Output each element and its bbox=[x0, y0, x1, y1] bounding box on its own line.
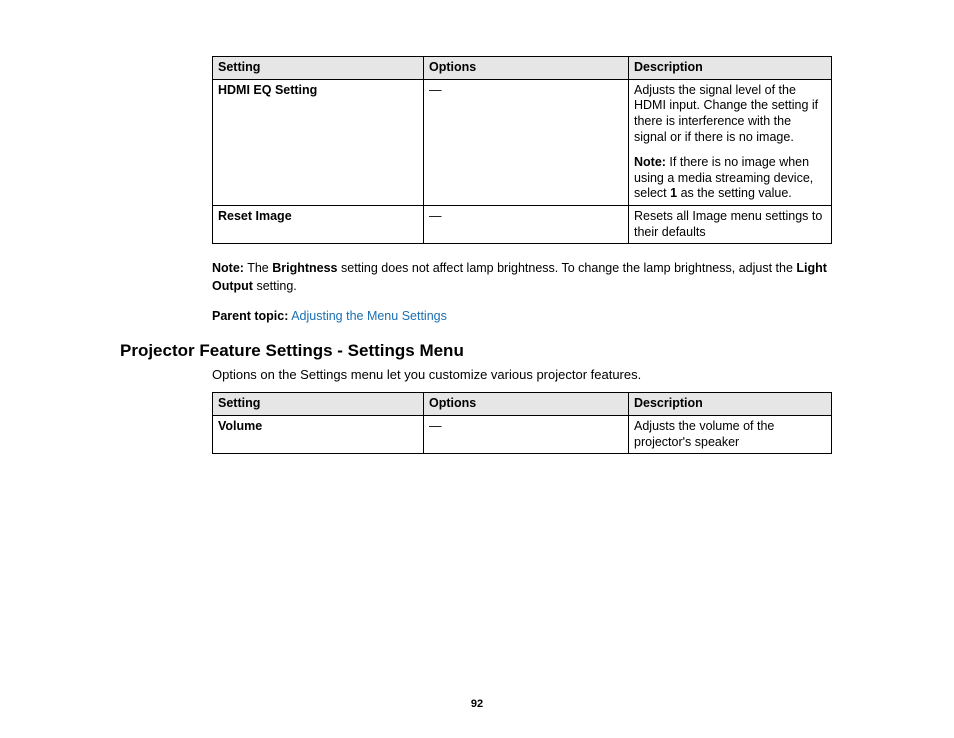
note-label: Note: bbox=[634, 155, 666, 169]
table-row: HDMI EQ Setting — Adjusts the signal lev… bbox=[213, 79, 832, 205]
table1-row0-options: — bbox=[424, 79, 629, 205]
table-row: Reset Image — Resets all Image menu sett… bbox=[213, 206, 832, 244]
note-part1: The bbox=[244, 261, 272, 275]
table1-row0-desc-note: Note: If there is no image when using a … bbox=[634, 155, 826, 202]
table1-header-description: Description bbox=[629, 57, 832, 80]
table1-row1-options: — bbox=[424, 206, 629, 244]
table2-row0-setting: Volume bbox=[213, 415, 424, 453]
table1-row1-setting: Reset Image bbox=[213, 206, 424, 244]
section-heading: Projector Feature Settings - Settings Me… bbox=[120, 341, 834, 361]
note-text-2: as the setting value. bbox=[677, 186, 792, 200]
note-bold1: Brightness bbox=[272, 261, 337, 275]
table2-header-description: Description bbox=[629, 393, 832, 416]
table1-row1-description: Resets all Image menu settings to their … bbox=[629, 206, 832, 244]
settings-table-2: Setting Options Description Volume — Adj… bbox=[212, 392, 832, 454]
note-part3: setting. bbox=[253, 279, 297, 293]
table2-header-options: Options bbox=[424, 393, 629, 416]
table2-row0-options: — bbox=[424, 415, 629, 453]
note-label: Note: bbox=[212, 261, 244, 275]
table1-row0-description: Adjusts the signal level of the HDMI inp… bbox=[629, 79, 832, 205]
page-number: 92 bbox=[0, 698, 954, 710]
section-intro: Options on the Settings menu let you cus… bbox=[212, 367, 834, 382]
table-row: Volume — Adjusts the volume of the proje… bbox=[213, 415, 832, 453]
settings-table-1: Setting Options Description HDMI EQ Sett… bbox=[212, 56, 832, 244]
parent-topic: Parent topic: Adjusting the Menu Setting… bbox=[212, 309, 834, 323]
table1-header-options: Options bbox=[424, 57, 629, 80]
note-part2: setting does not affect lamp brightness.… bbox=[338, 261, 797, 275]
table2-row0-description: Adjusts the volume of the projector's sp… bbox=[629, 415, 832, 453]
table1-row0-setting: HDMI EQ Setting bbox=[213, 79, 424, 205]
parent-topic-link[interactable]: Adjusting the Menu Settings bbox=[291, 309, 447, 323]
table2-header-setting: Setting bbox=[213, 393, 424, 416]
table1-header-setting: Setting bbox=[213, 57, 424, 80]
table1-row0-desc-p1: Adjusts the signal level of the HDMI inp… bbox=[634, 83, 826, 146]
parent-topic-label: Parent topic: bbox=[212, 309, 288, 323]
brightness-note: Note: The Brightness setting does not af… bbox=[212, 260, 832, 295]
